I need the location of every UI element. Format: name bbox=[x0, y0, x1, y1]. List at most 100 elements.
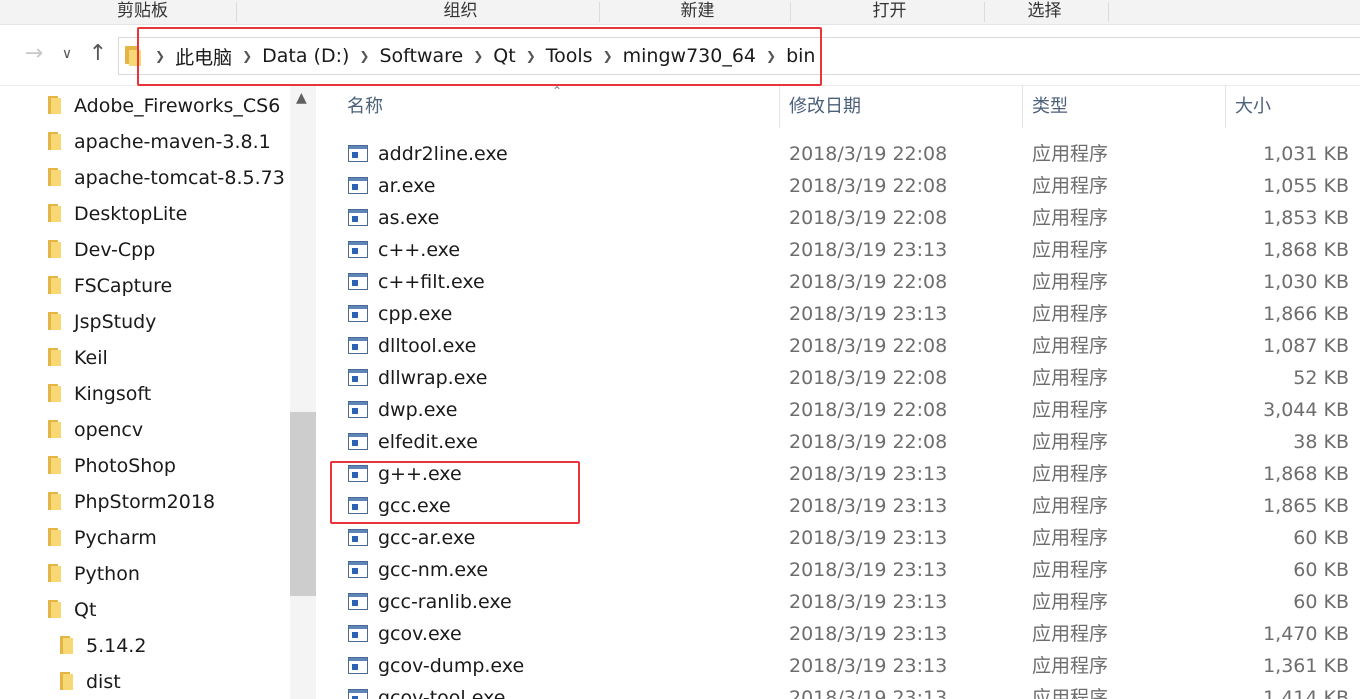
column-header-size[interactable]: 大小 bbox=[1235, 86, 1271, 128]
tree-item[interactable]: FSCapture bbox=[48, 268, 172, 304]
ribbon-divider bbox=[1108, 2, 1109, 22]
tree-item-label: FSCapture bbox=[74, 275, 173, 297]
ribbon-divider bbox=[599, 2, 600, 22]
tree-item[interactable]: Dev-Cpp bbox=[48, 232, 155, 268]
file-date: 2018/3/19 22:08 bbox=[789, 367, 948, 389]
tree-item-label: Dev-Cpp bbox=[74, 239, 156, 261]
tree-item[interactable]: opencv bbox=[48, 412, 143, 448]
application-icon bbox=[348, 529, 368, 546]
tree-item[interactable]: Python bbox=[48, 556, 140, 592]
navigation-pane-scrollbar[interactable]: ▲ bbox=[290, 86, 316, 699]
tree-item[interactable]: apache-maven-3.8.1 bbox=[48, 124, 271, 160]
file-type: 应用程序 bbox=[1032, 175, 1109, 197]
file-row[interactable]: c++filt.exe 2018/3/19 22:08 应用程序 1,030 KB bbox=[316, 266, 1360, 298]
file-row[interactable]: gcov-dump.exe 2018/3/19 23:13 应用程序 1,361 KB bbox=[316, 650, 1360, 682]
ribbon-group-select: 选择 bbox=[1027, 1, 1062, 21]
file-size: 1,055 KB bbox=[1263, 175, 1349, 197]
file-type: 应用程序 bbox=[1032, 431, 1109, 453]
column-divider[interactable] bbox=[1022, 86, 1023, 128]
tree-item[interactable]: Pycharm bbox=[48, 520, 157, 556]
file-row[interactable]: ar.exe 2018/3/19 22:08 应用程序 1,055 KB bbox=[316, 170, 1360, 202]
scroll-up-icon[interactable]: ▲ bbox=[296, 90, 307, 106]
file-row[interactable]: c++.exe 2018/3/19 23:13 应用程序 1,868 KB bbox=[316, 234, 1360, 266]
file-type: 应用程序 bbox=[1032, 271, 1109, 293]
file-date: 2018/3/19 23:13 bbox=[789, 623, 948, 645]
column-divider[interactable] bbox=[779, 86, 780, 128]
file-row[interactable]: addr2line.exe 2018/3/19 22:08 应用程序 1,031 KB bbox=[316, 138, 1360, 170]
file-row[interactable]: cpp.exe 2018/3/19 23:13 应用程序 1,866 KB bbox=[316, 298, 1360, 330]
file-type: 应用程序 bbox=[1032, 463, 1109, 485]
file-row[interactable]: gcov.exe 2018/3/19 23:13 应用程序 1,470 KB bbox=[316, 618, 1360, 650]
column-divider[interactable] bbox=[1225, 86, 1226, 128]
tree-item[interactable]: PhotoShop bbox=[48, 448, 176, 484]
column-header-name[interactable]: 名称 bbox=[347, 86, 383, 128]
file-row[interactable]: gcc-ar.exe 2018/3/19 23:13 应用程序 60 KB bbox=[316, 522, 1360, 554]
file-date: 2018/3/19 22:08 bbox=[789, 143, 948, 165]
file-size: 60 KB bbox=[1293, 527, 1349, 549]
tree-item-label: Keil bbox=[74, 347, 108, 369]
folder-icon bbox=[60, 636, 74, 656]
column-header-date[interactable]: 修改日期 bbox=[789, 86, 861, 128]
file-type: 应用程序 bbox=[1032, 655, 1109, 677]
file-name: ar.exe bbox=[378, 175, 436, 197]
file-date: 2018/3/19 23:13 bbox=[789, 303, 948, 325]
tree-item[interactable]: Adobe_Fireworks_CS6 bbox=[48, 88, 280, 124]
file-date: 2018/3/19 23:13 bbox=[789, 591, 948, 613]
application-icon bbox=[348, 337, 368, 354]
file-row[interactable]: gcov-tool.exe 2018/3/19 23:13 应用程序 1,414 KB bbox=[316, 682, 1360, 699]
tree-item[interactable]: JspStudy bbox=[48, 304, 156, 340]
folder-icon bbox=[48, 492, 62, 512]
tree-item[interactable]: Kingsoft bbox=[48, 376, 151, 412]
file-type: 应用程序 bbox=[1032, 239, 1109, 261]
file-list: ⌃ 名称 修改日期 类型 大小 addr2line.exe 2018/3/19 2… bbox=[316, 86, 1360, 699]
file-row[interactable]: elfedit.exe 2018/3/19 22:08 应用程序 38 KB bbox=[316, 426, 1360, 458]
chevron-down-icon[interactable]: ∨ bbox=[58, 41, 76, 67]
file-date: 2018/3/19 22:08 bbox=[789, 207, 948, 229]
application-icon bbox=[348, 209, 368, 226]
file-date: 2018/3/19 23:13 bbox=[789, 527, 948, 549]
file-row[interactable]: gcc-ranlib.exe 2018/3/19 23:13 应用程序 60 KB bbox=[316, 586, 1360, 618]
file-row[interactable]: dllwrap.exe 2018/3/19 22:08 应用程序 52 KB bbox=[316, 362, 1360, 394]
application-icon bbox=[348, 369, 368, 386]
tree-item-label: Python bbox=[74, 563, 140, 585]
file-name: gcov-dump.exe bbox=[378, 655, 525, 677]
file-type: 应用程序 bbox=[1032, 367, 1109, 389]
tree-item[interactable]: PhpStorm2018 bbox=[48, 484, 215, 520]
folder-icon bbox=[48, 456, 62, 476]
file-size: 1,361 KB bbox=[1263, 655, 1349, 677]
file-name: gcc-nm.exe bbox=[378, 559, 489, 581]
file-row[interactable]: gcc-nm.exe 2018/3/19 23:13 应用程序 60 KB bbox=[316, 554, 1360, 586]
file-row[interactable]: as.exe 2018/3/19 22:08 应用程序 1,853 KB bbox=[316, 202, 1360, 234]
tree-item[interactable]: dist bbox=[60, 664, 121, 699]
forward-arrow-icon[interactable]: → bbox=[22, 41, 46, 67]
application-icon bbox=[348, 305, 368, 322]
scrollbar-thumb[interactable] bbox=[290, 412, 316, 596]
file-size: 1,470 KB bbox=[1263, 623, 1349, 645]
ribbon-divider bbox=[236, 2, 237, 22]
file-row[interactable]: dlltool.exe 2018/3/19 22:08 应用程序 1,087 KB bbox=[316, 330, 1360, 362]
file-size: 1,087 KB bbox=[1263, 335, 1349, 357]
application-icon bbox=[348, 401, 368, 418]
folder-icon bbox=[48, 600, 62, 620]
file-row[interactable]: dwp.exe 2018/3/19 22:08 应用程序 3,044 KB bbox=[316, 394, 1360, 426]
file-list-header: ⌃ 名称 修改日期 类型 大小 bbox=[316, 86, 1360, 128]
file-type: 应用程序 bbox=[1032, 495, 1109, 517]
file-name: dllwrap.exe bbox=[378, 367, 488, 389]
file-name: c++filt.exe bbox=[378, 271, 485, 293]
tree-item[interactable]: Qt bbox=[48, 592, 96, 628]
tree-item-label: Pycharm bbox=[74, 527, 157, 549]
file-size: 1,865 KB bbox=[1263, 495, 1349, 517]
file-name: addr2line.exe bbox=[378, 143, 508, 165]
tree-item-label: PhotoShop bbox=[74, 455, 176, 477]
up-arrow-icon[interactable]: ↑ bbox=[86, 41, 110, 67]
folder-icon bbox=[60, 672, 74, 692]
tree-item-label: apache-tomcat-8.5.73 bbox=[74, 167, 285, 189]
column-header-type[interactable]: 类型 bbox=[1032, 86, 1068, 128]
tree-item[interactable]: apache-tomcat-8.5.73 bbox=[48, 160, 285, 196]
file-size: 1,414 KB bbox=[1263, 687, 1349, 699]
tree-item[interactable]: DesktopLite bbox=[48, 196, 187, 232]
tree-item-label: JspStudy bbox=[74, 311, 157, 333]
tree-item[interactable]: 5.14.2 bbox=[60, 628, 146, 664]
tree-item[interactable]: Keil bbox=[48, 340, 108, 376]
file-date: 2018/3/19 23:13 bbox=[789, 239, 948, 261]
